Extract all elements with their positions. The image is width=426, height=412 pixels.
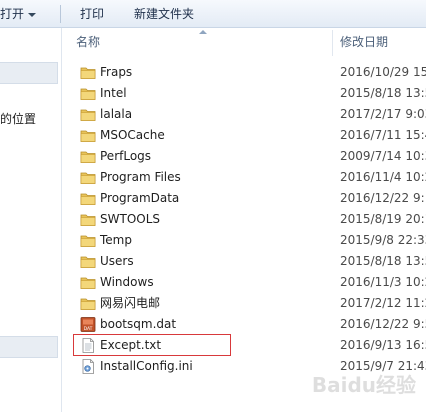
file-name: InstallConfig.ini bbox=[100, 359, 193, 373]
file-row[interactable]: Temp 2015/9/8 22:33 bbox=[76, 230, 426, 251]
sort-ascending-icon bbox=[199, 30, 207, 34]
folder-icon bbox=[80, 170, 96, 185]
folder-icon bbox=[80, 149, 96, 164]
file-name: Temp bbox=[100, 233, 132, 247]
file-name: 网易闪电邮 bbox=[100, 296, 161, 310]
folder-icon bbox=[80, 275, 96, 290]
folder-icon bbox=[80, 65, 96, 80]
file-date-modified: 2016/7/11 15:4 bbox=[340, 128, 426, 142]
file-date-modified: 2017/2/17 9:03 bbox=[340, 107, 426, 121]
file-row[interactable]: Windows 2016/11/3 10:2 bbox=[76, 272, 426, 293]
file-name: lalala bbox=[100, 107, 133, 121]
folder-icon bbox=[80, 191, 96, 206]
file-row[interactable]: ProgramData 2016/12/22 9: bbox=[76, 188, 426, 209]
folder-icon bbox=[80, 254, 96, 269]
file-date-modified: 2016/12/22 9:5 bbox=[340, 317, 426, 331]
watermark: Baidu经验 bbox=[311, 373, 416, 397]
svg-text:DAT: DAT bbox=[84, 326, 93, 332]
file-date-modified: 2016/12/22 9: bbox=[340, 191, 425, 205]
dat-file-icon: DAT bbox=[80, 317, 96, 332]
column-header-name-label: 名称 bbox=[76, 35, 101, 49]
file-date-modified: 2015/9/8 22:33 bbox=[340, 233, 426, 247]
file-row[interactable]: SWTOOLS 2015/8/19 20:1 bbox=[76, 209, 426, 230]
file-date-modified: 2015/8/19 20:1 bbox=[340, 212, 426, 226]
toolbar-divider bbox=[60, 5, 61, 23]
folder-icon bbox=[80, 212, 96, 227]
chevron-down-icon bbox=[28, 12, 37, 17]
file-date-modified: 2016/10/29 15 bbox=[340, 65, 426, 79]
file-name: PerfLogs bbox=[100, 149, 152, 163]
file-date-modified: 2017/2/12 11:2 bbox=[340, 296, 426, 310]
file-date-modified: 2015/8/18 13:5 bbox=[340, 86, 426, 100]
folder-icon bbox=[80, 233, 96, 248]
file-name: SWTOOLS bbox=[100, 212, 161, 226]
file-date-modified: 2009/7/14 10:3 bbox=[340, 149, 426, 163]
file-row[interactable]: Intel 2015/8/18 13:5 bbox=[76, 83, 426, 104]
file-name: MSOCache bbox=[100, 128, 165, 142]
file-date-modified: 2015/8/18 13:5 bbox=[340, 254, 426, 268]
folder-icon bbox=[80, 107, 96, 122]
folder-icon bbox=[80, 128, 96, 143]
column-header-date-label: 修改日期 bbox=[340, 35, 389, 49]
file-row[interactable]: DAT bootsqm.dat 2016/12/22 9:5 bbox=[76, 314, 426, 335]
file-row[interactable]: lalala 2017/2/17 9:03 bbox=[76, 104, 426, 125]
toolbar: 打开 打印 新建文件夹 bbox=[0, 0, 426, 28]
folder-icon bbox=[80, 296, 96, 311]
open-button-label: 打开 bbox=[0, 7, 25, 21]
file-date-modified: 2016/11/3 10:2 bbox=[340, 275, 426, 289]
file-name: ProgramData bbox=[100, 191, 180, 205]
file-row[interactable]: MSOCache 2016/7/11 15:4 bbox=[76, 125, 426, 146]
file-name: Users bbox=[100, 254, 134, 268]
column-header-date-modified[interactable]: 修改日期 bbox=[340, 28, 426, 56]
print-button[interactable]: 打印 bbox=[80, 5, 104, 23]
file-name: Intel bbox=[100, 86, 127, 100]
file-date-modified: 2016/11/4 10:2 bbox=[340, 170, 426, 184]
nav-item-selected[interactable] bbox=[0, 336, 58, 358]
file-row[interactable]: PerfLogs 2009/7/14 10:3 bbox=[76, 146, 426, 167]
file-date-modified: 2016/9/13 16:5 bbox=[340, 338, 426, 352]
file-name: Program Files bbox=[100, 170, 181, 184]
new-folder-button[interactable]: 新建文件夹 bbox=[134, 5, 194, 23]
nav-item[interactable] bbox=[0, 62, 58, 84]
file-row[interactable]: Users 2015/8/18 13:5 bbox=[76, 251, 426, 272]
file-row[interactable]: Program Files 2016/11/4 10:2 bbox=[76, 167, 426, 188]
file-row[interactable]: 网易闪电邮 2017/2/12 11:2 bbox=[76, 293, 426, 314]
file-row[interactable]: Fraps 2016/10/29 15 bbox=[76, 62, 426, 83]
highlight-annotation bbox=[73, 334, 231, 356]
file-name: Fraps bbox=[100, 65, 133, 79]
folder-icon bbox=[80, 86, 96, 101]
navigation-pane: 的位置 bbox=[0, 28, 62, 412]
column-divider[interactable] bbox=[332, 30, 333, 56]
open-button[interactable]: 打开 bbox=[0, 5, 46, 23]
file-name: Windows bbox=[100, 275, 154, 289]
file-name: bootsqm.dat bbox=[100, 317, 177, 331]
nav-item-locations[interactable]: 的位置 bbox=[0, 110, 36, 127]
config-file-icon bbox=[80, 359, 96, 374]
